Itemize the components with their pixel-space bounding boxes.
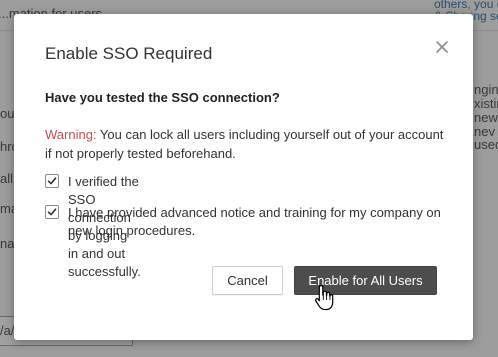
dialog-question: Have you tested the SSO connection? — [45, 90, 280, 105]
verified-sso-checkbox[interactable] — [45, 174, 59, 188]
warning-text: You can lock all users including yoursel… — [45, 127, 444, 161]
advanced-notice-checkbox[interactable] — [45, 205, 59, 219]
check-icon — [47, 208, 57, 216]
enable-sso-dialog: Enable SSO Required Have you tested the … — [14, 14, 473, 340]
cancel-button[interactable]: Cancel — [212, 266, 283, 295]
advanced-notice-label[interactable]: I have provided advanced notice and trai… — [68, 204, 448, 240]
close-icon — [436, 41, 448, 53]
check-icon — [47, 177, 57, 185]
warning-message: Warning: You can lock all users includin… — [45, 125, 450, 163]
hand-pointer-icon — [315, 284, 334, 311]
dialog-title: Enable SSO Required — [45, 44, 213, 63]
warning-label: Warning: — [45, 127, 97, 142]
close-button[interactable] — [433, 38, 451, 56]
